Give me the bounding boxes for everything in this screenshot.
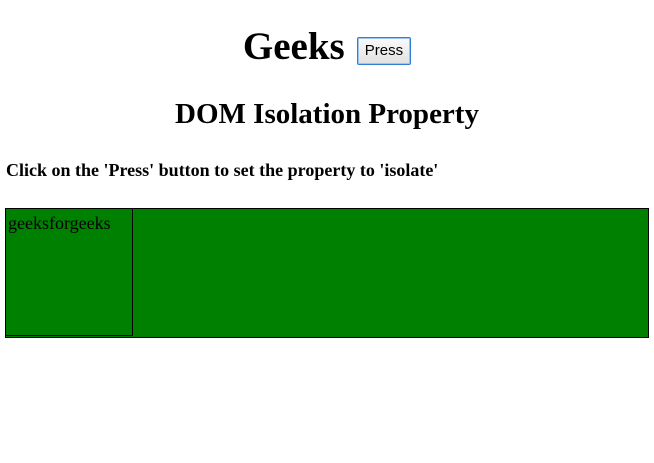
press-button[interactable]: Press [356,37,412,65]
inner-green-box: geeksforgeeks [6,209,133,336]
inner-box-text: geeksforgeeks [8,213,111,233]
site-title: Geeks [242,25,345,68]
section-title: DOM Isolation Property [175,98,479,130]
instruction-text: Click on the 'Press' button to set the p… [6,160,439,180]
header-row: Geeks Press [0,24,654,70]
outer-green-box: geeksforgeeks [5,208,649,338]
